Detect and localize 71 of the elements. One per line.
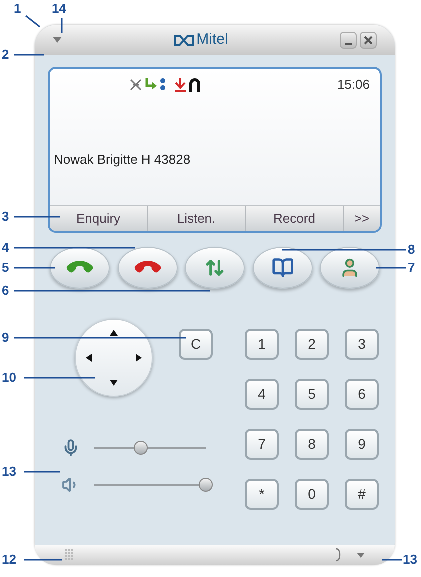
leader-line: [14, 216, 60, 218]
leader-line: [382, 559, 402, 561]
callout-number: 1: [14, 0, 22, 18]
phonebook-button[interactable]: [252, 247, 312, 289]
muted-icon: [130, 78, 142, 91]
keypad-key[interactable]: 0: [295, 479, 329, 510]
callout-number: 13: [403, 551, 418, 569]
leader-line: [14, 54, 44, 56]
leader-line: [24, 377, 95, 379]
clock-time: 15:06: [337, 76, 370, 94]
close-button[interactable]: [360, 32, 377, 48]
callout-number: 4: [2, 239, 10, 257]
callout-number: 5: [2, 259, 10, 277]
leader-line: [376, 267, 406, 269]
up-arrow-icon[interactable]: [110, 330, 118, 336]
keypad-key[interactable]: 6: [345, 379, 379, 410]
keypad-key[interactable]: 7: [245, 429, 279, 460]
keypad-key[interactable]: 2: [295, 329, 329, 360]
slider-thumb[interactable]: [199, 478, 213, 492]
keypad-key[interactable]: #: [345, 479, 379, 510]
keypad-key[interactable]: 9: [345, 429, 379, 460]
answer-call-button[interactable]: [50, 247, 110, 289]
keypad-key[interactable]: 1: [245, 329, 279, 360]
dots-icon: [160, 78, 166, 92]
resize-handle-icon[interactable]: [335, 548, 341, 562]
window-title: Mitel: [196, 30, 228, 50]
softkey[interactable]: Listen.: [148, 206, 246, 231]
contact-button[interactable]: [320, 247, 380, 289]
down-arrow-icon[interactable]: [110, 380, 118, 386]
callout-number: 8: [408, 241, 416, 259]
callout-number: 3: [2, 208, 10, 226]
callout-number: 6: [2, 282, 10, 300]
slider-thumb[interactable]: [134, 441, 148, 455]
keypad-key[interactable]: 5: [295, 379, 329, 410]
leader-line: [24, 471, 60, 473]
left-arrow-icon[interactable]: [86, 354, 92, 362]
leader-line: [14, 267, 55, 269]
hang-up-button[interactable]: [118, 247, 178, 289]
logo-icon: [174, 34, 194, 46]
callout-number: 14: [52, 0, 66, 18]
caller-info: Nowak Brigitte H 43828: [54, 151, 191, 169]
clear-key[interactable]: C: [179, 329, 213, 360]
leader-line: [24, 559, 62, 561]
close-icon: [364, 36, 373, 44]
navigation-pad[interactable]: [75, 319, 153, 397]
grip-icon[interactable]: [65, 549, 73, 561]
right-arrow-icon[interactable]: [136, 354, 142, 362]
keypad-key[interactable]: 4: [245, 379, 279, 410]
forward-arrow-icon: [145, 78, 157, 92]
transfer-button[interactable]: [185, 247, 245, 289]
book-icon: [270, 257, 294, 279]
keypad-key[interactable]: 8: [295, 429, 329, 460]
callout-number: 2: [2, 46, 10, 64]
headset-icon: [189, 78, 201, 92]
callout-number: 13: [2, 463, 16, 481]
callout-number: 9: [2, 329, 10, 347]
leader-line: [61, 18, 63, 33]
dropdown-caret-icon[interactable]: [357, 552, 365, 558]
leader-line: [26, 15, 40, 28]
minimize-button[interactable]: [340, 32, 357, 48]
softkey[interactable]: >>: [344, 206, 380, 231]
keypad-key[interactable]: *: [245, 479, 279, 510]
callout-number: 12: [2, 551, 16, 569]
download-arrow-icon: [175, 78, 186, 92]
callout-number: 10: [2, 369, 16, 387]
dropdown-caret-icon: [53, 37, 62, 43]
softkey[interactable]: Record: [246, 206, 344, 231]
arrows-icon: [205, 258, 225, 278]
callout-number: 7: [408, 259, 416, 277]
softkey[interactable]: Enquiry: [50, 206, 148, 231]
keypad-key[interactable]: 3: [345, 329, 379, 360]
